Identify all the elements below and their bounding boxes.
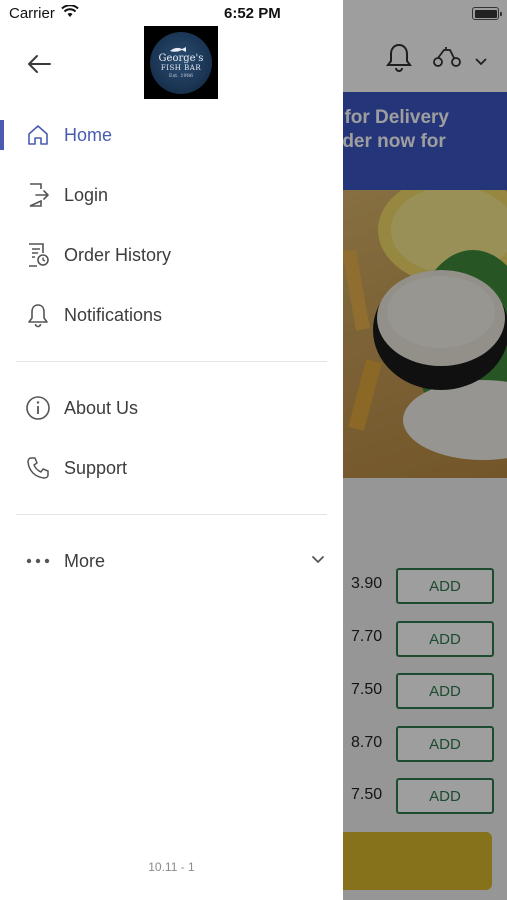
logo-est: Est. 1986 bbox=[168, 73, 194, 79]
login-icon bbox=[24, 181, 52, 209]
navigation-drawer: George's FISH BAR Est. 1986 Home Login O… bbox=[0, 0, 343, 900]
logo-subtitle: FISH BAR bbox=[160, 64, 202, 72]
menu-item-label: Notifications bbox=[64, 304, 163, 325]
arrow-left-icon bbox=[28, 55, 51, 73]
chevron-down-icon[interactable] bbox=[310, 553, 326, 571]
menu-item-label: More bbox=[64, 550, 106, 571]
menu-divider bbox=[16, 361, 327, 362]
status-bar: Carrier 6:52 PM bbox=[0, 0, 507, 28]
menu-item-login[interactable]: Login bbox=[0, 165, 343, 225]
menu-item-notifications[interactable]: Notifications bbox=[0, 285, 343, 345]
menu-item-about-us[interactable]: About Us bbox=[0, 378, 343, 438]
menu-item-order-history[interactable]: Order History bbox=[0, 225, 343, 285]
menu-divider bbox=[16, 514, 327, 515]
menu-item-label: Support bbox=[64, 457, 128, 478]
menu-item-home[interactable]: Home bbox=[0, 105, 343, 165]
back-button[interactable] bbox=[24, 50, 54, 78]
app-version: 10.11 - 1 bbox=[148, 860, 195, 874]
drawer-menu: Home Login Order History Notifications A… bbox=[0, 105, 343, 591]
bell-icon bbox=[24, 301, 52, 329]
home-icon bbox=[24, 121, 52, 149]
menu-item-label: Login bbox=[64, 184, 109, 205]
logo-name: George's bbox=[158, 53, 204, 64]
battery-icon bbox=[472, 7, 502, 20]
carrier: Carrier bbox=[9, 4, 79, 22]
menu-item-label: Home bbox=[64, 124, 113, 145]
wifi-icon bbox=[61, 4, 79, 22]
menu-item-support[interactable]: Support bbox=[0, 438, 343, 498]
order-history-icon bbox=[24, 241, 52, 269]
menu-item-more[interactable]: More bbox=[0, 531, 343, 591]
more-dots-icon bbox=[24, 547, 52, 575]
clock: 6:52 PM bbox=[224, 5, 281, 22]
menu-item-label: About Us bbox=[64, 397, 139, 418]
menu-item-label: Order History bbox=[64, 244, 172, 265]
info-icon bbox=[24, 394, 52, 422]
phone-icon bbox=[24, 454, 52, 482]
carrier-label: Carrier bbox=[9, 5, 55, 22]
restaurant-logo: George's FISH BAR Est. 1986 bbox=[144, 26, 218, 99]
active-indicator bbox=[0, 120, 4, 150]
drawer-overlay[interactable] bbox=[343, 0, 507, 900]
